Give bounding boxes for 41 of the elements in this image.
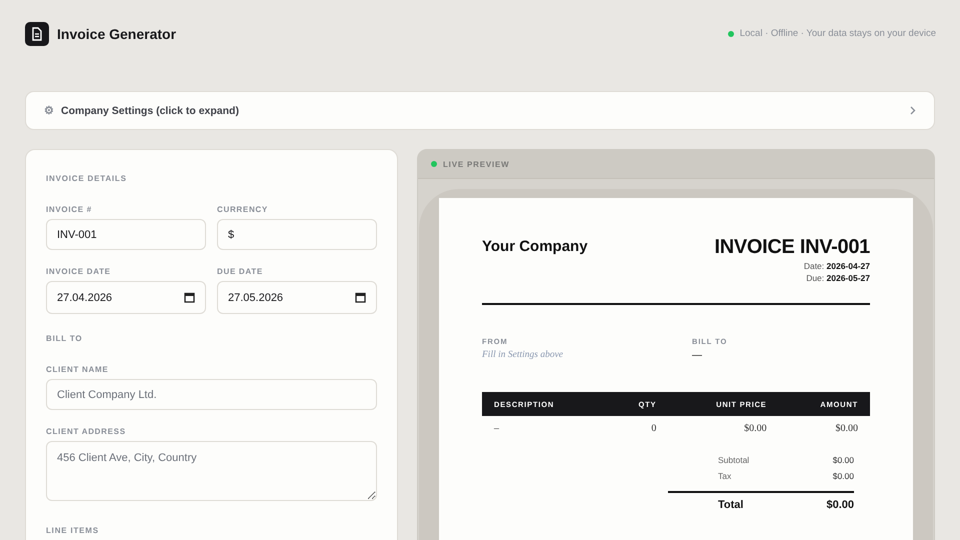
table-cell: 0 bbox=[651, 423, 656, 434]
field-label: CURRENCY bbox=[217, 205, 269, 214]
calendar-icon bbox=[184, 292, 195, 303]
section-heading: INVOICE DETAILS bbox=[46, 174, 128, 185]
text-field[interactable]: INV-001 bbox=[46, 219, 206, 250]
field-label: INVOICE DATE bbox=[46, 267, 112, 276]
total-value: $0.00 bbox=[832, 470, 854, 482]
invoice-title: INVOICE INV-001 bbox=[714, 236, 870, 259]
total-value: $0.00 bbox=[832, 455, 854, 467]
field-label: CLIENT NAME bbox=[46, 365, 110, 374]
company-name: Your Company bbox=[482, 238, 588, 255]
table-cell: – bbox=[494, 423, 499, 434]
status-dot-icon bbox=[728, 30, 734, 36]
table-cell: $0.00 bbox=[744, 423, 767, 434]
field-label: DUE DATE bbox=[217, 267, 264, 276]
document-logo-icon bbox=[25, 22, 49, 46]
field-label: INVOICE # bbox=[46, 205, 93, 214]
company-settings-toggle[interactable]: ⚙ Company Settings (click to expand) bbox=[25, 91, 935, 130]
address-field[interactable]: 456 Client Ave, City, Country bbox=[46, 441, 377, 501]
total-label: Subtotal bbox=[718, 455, 750, 467]
text-field[interactable]: $ bbox=[217, 219, 377, 250]
live-dot-icon bbox=[431, 161, 437, 167]
app-title: Invoice Generator bbox=[57, 26, 176, 42]
table-cell: $0.00 bbox=[836, 423, 858, 434]
total-value: $0.00 bbox=[826, 499, 854, 511]
date-field[interactable]: 27.04.2026 bbox=[46, 281, 206, 314]
party-value: — bbox=[692, 350, 703, 361]
placeholder-hint: Fill in Settings above bbox=[482, 350, 564, 360]
preview-label: LIVE PREVIEW bbox=[443, 160, 510, 168]
invoice-date: Due: 2026-05-27 bbox=[805, 273, 870, 283]
status-text: Local · Offline · Your data stays on your device bbox=[740, 28, 936, 39]
section-heading: BILL TO bbox=[46, 334, 84, 345]
field-label: CLIENT ADDRESS bbox=[46, 427, 127, 436]
total-label: Tax bbox=[718, 470, 732, 482]
date-field[interactable]: 27.05.2026 bbox=[217, 281, 377, 314]
invoice-date: Date: 2026-04-27 bbox=[802, 261, 870, 271]
settings-icon: ⚙ bbox=[44, 104, 54, 117]
section-heading: LINE ITEMS bbox=[46, 526, 100, 537]
text-field[interactable]: Client Company Ltd. bbox=[46, 379, 377, 410]
calendar-icon bbox=[355, 292, 366, 303]
total-label: Total bbox=[718, 499, 744, 511]
